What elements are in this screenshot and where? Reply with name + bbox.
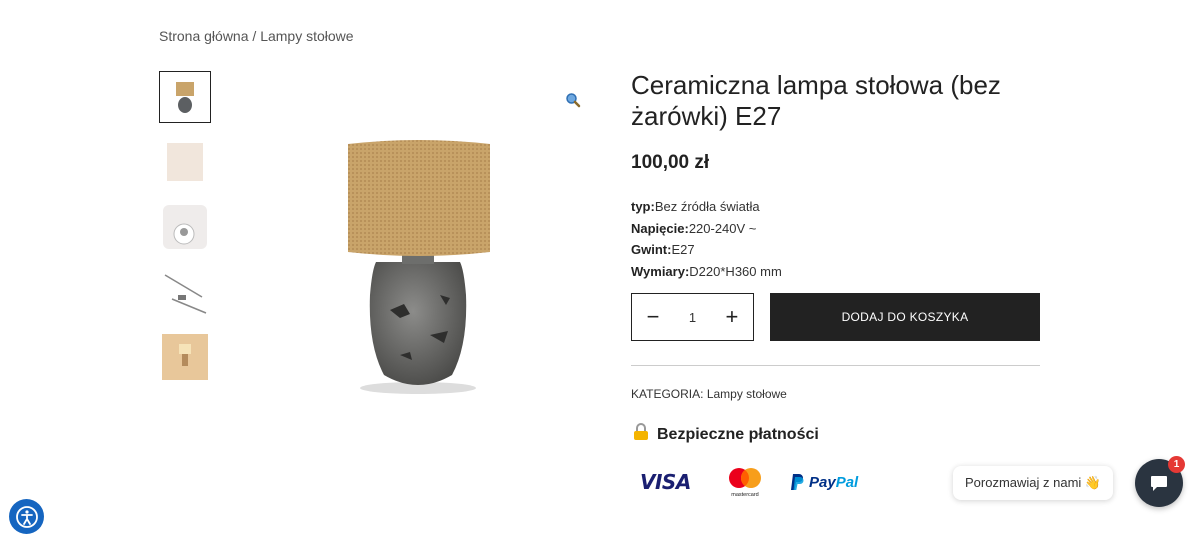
spec-row: Napięcie:220-240V ~	[631, 218, 782, 240]
secure-payments-label: Bezpieczne płatności	[657, 425, 819, 443]
spec-label: Gwint:	[631, 242, 672, 257]
quantity-increase-button[interactable]: +	[723, 306, 741, 328]
thumbnail-lamp-cable[interactable]	[159, 266, 211, 318]
spec-value: D220*H360 mm	[689, 263, 782, 279]
chat-icon	[1151, 476, 1167, 491]
lock-icon	[633, 423, 649, 446]
visa-logo: VISA	[640, 470, 691, 494]
category-link[interactable]: Lampy stołowe	[707, 387, 787, 401]
add-to-cart-button[interactable]: DODAJ DO KOSZYKA	[770, 293, 1040, 341]
thumbnail-lamp-lit[interactable]	[159, 331, 211, 383]
quantity-decrease-button[interactable]: −	[644, 306, 662, 328]
secure-payments-heading: Bezpieczne płatności	[633, 423, 819, 446]
breadcrumb-current[interactable]: Lampy stołowe	[260, 28, 353, 44]
product-category: KATEGORIA: Lampy stołowe	[631, 387, 787, 401]
breadcrumb-separator: /	[248, 28, 261, 44]
spec-label: typ:	[631, 199, 655, 214]
thumbnail-lamp-front[interactable]	[159, 71, 211, 123]
thumbnail-list	[159, 71, 211, 396]
paypal-logo: Pay Pal	[789, 473, 858, 491]
product-main-image[interactable]	[300, 120, 540, 410]
chat-notification-badge: 1	[1168, 456, 1185, 473]
spec-value: E27	[671, 242, 695, 257]
zoom-icon[interactable]	[565, 92, 581, 108]
category-label: KATEGORIA:	[631, 387, 704, 401]
product-specs: typ:Bez źródła światła Napięcie:220-240V…	[631, 196, 782, 282]
chat-prompt-bubble[interactable]: Porozmawiaj z nami 👋	[953, 466, 1114, 500]
spec-label: Napięcie:	[631, 220, 689, 236]
spec-label: Wymiary:	[631, 263, 690, 279]
quantity-input[interactable]: 1	[689, 310, 696, 325]
product-price: 100,00 zł	[631, 152, 710, 173]
breadcrumb-home[interactable]: Strona główna	[159, 28, 249, 44]
spec-row: typ:Bez źródła światła	[631, 196, 782, 218]
payment-methods: VISA mastercard Pay Pal	[640, 466, 858, 498]
breadcrumb: Strona główna / Lampy stołowe	[159, 28, 354, 44]
spec-value: 220-240V ~	[688, 220, 757, 236]
mastercard-logo: mastercard	[727, 466, 763, 498]
accessibility-icon[interactable]	[9, 499, 44, 534]
paypal-text-pal: Pal	[835, 473, 859, 491]
spec-row: Wymiary:D220*H360 mm	[631, 261, 782, 283]
thumbnail-lamp-socket[interactable]	[159, 201, 211, 253]
paypal-text-pay: Pay	[809, 473, 836, 491]
thumbnail-lamp-shade[interactable]	[159, 136, 211, 188]
divider	[631, 365, 1040, 366]
mastercard-wordmark: mastercard	[731, 492, 759, 498]
spec-value: Bez źródła światła	[654, 199, 760, 214]
quantity-stepper: − 1 +	[631, 293, 754, 341]
product-title: Ceramiczna lampa stołowa (bez żarówki) E…	[631, 70, 1001, 131]
spec-row: Gwint:E27	[631, 239, 782, 261]
